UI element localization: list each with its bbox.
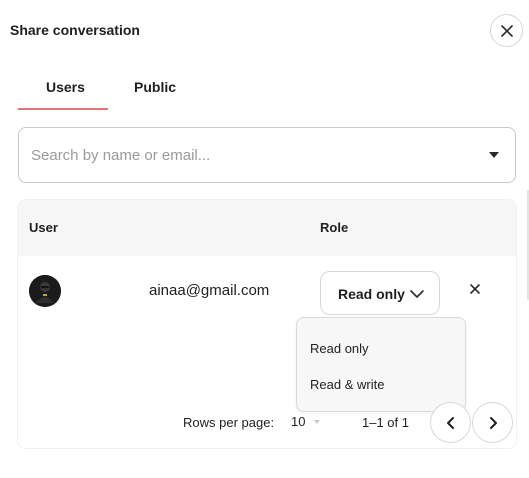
- search-field[interactable]: [18, 127, 516, 183]
- active-tab-indicator: [18, 108, 108, 110]
- previous-page-button[interactable]: [430, 402, 471, 443]
- user-email: ainaa@gmail.com: [149, 282, 270, 299]
- chevron-left-icon: [446, 416, 454, 429]
- rows-per-page-caret-icon[interactable]: [314, 420, 320, 424]
- users-table: User Role ainaa@gmail.com Read only Read…: [18, 200, 516, 448]
- dialog-title: Share conversation: [10, 22, 140, 38]
- avatar: [29, 275, 61, 307]
- remove-icon[interactable]: [468, 282, 482, 296]
- chevron-down-icon: [410, 290, 424, 298]
- pagination-range: 1–1 of 1: [362, 415, 409, 430]
- column-header-role: Role: [320, 220, 349, 235]
- next-page-button[interactable]: [472, 402, 513, 443]
- chevron-right-icon: [489, 416, 497, 429]
- role-dropdown-menu: Read only Read & write: [296, 317, 466, 412]
- caret-down-icon[interactable]: [489, 152, 499, 158]
- menu-item-read-write[interactable]: Read & write: [310, 377, 384, 392]
- role-select[interactable]: Read only: [320, 271, 440, 315]
- column-header-user: User: [29, 220, 58, 235]
- close-icon: [500, 24, 513, 37]
- search-input[interactable]: [31, 128, 471, 182]
- rows-per-page-select[interactable]: 10: [291, 414, 305, 429]
- table-header: User Role: [18, 200, 516, 256]
- tab-public[interactable]: Public: [134, 79, 176, 95]
- menu-item-read-only[interactable]: Read only: [310, 341, 369, 356]
- tab-users[interactable]: Users: [46, 79, 85, 95]
- rows-per-page-label: Rows per page:: [183, 415, 275, 430]
- close-button[interactable]: [490, 14, 523, 47]
- role-select-value: Read only: [338, 286, 405, 302]
